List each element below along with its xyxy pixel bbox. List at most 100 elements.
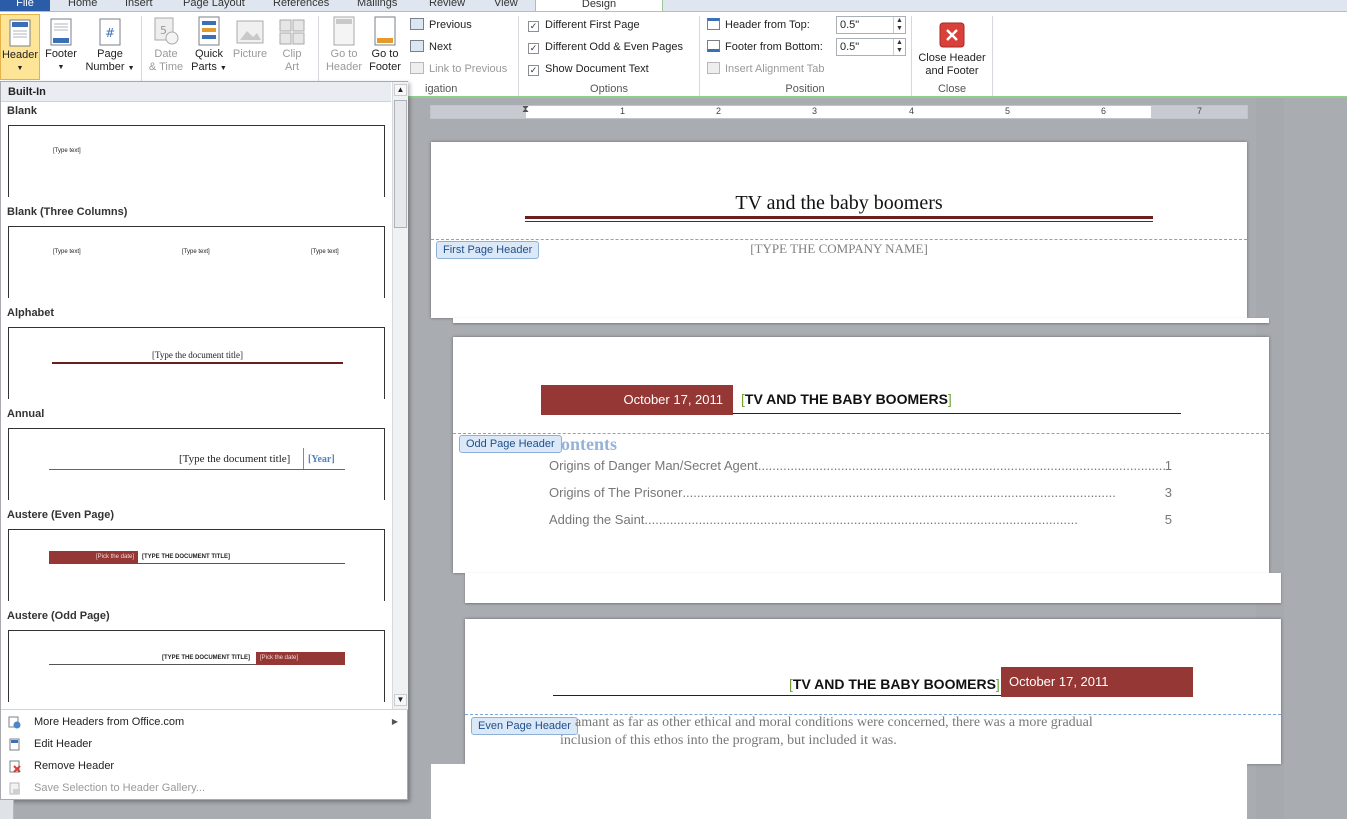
toc-entry-text: Origins of The Prisoner — [549, 485, 683, 500]
footer-bottom-icon — [707, 40, 720, 52]
checkmark-icon: ✓ — [528, 21, 539, 32]
picture-button[interactable]: Picture — [230, 14, 270, 61]
gallery-item-title: Blank — [7, 105, 37, 117]
toc-entry[interactable]: Origins of Danger Man/Secret Agent......… — [549, 458, 1172, 485]
close-header-label-2: and Footer — [925, 65, 979, 77]
company-name-placeholder[interactable]: [TYPE THE COMPANY NAME] — [431, 241, 1247, 257]
tab-review[interactable]: Review — [429, 0, 465, 11]
link-to-previous-button[interactable]: Link to Previous — [410, 60, 507, 78]
remove-header-icon — [9, 760, 21, 773]
clip-art-button[interactable]: Clip Art — [272, 14, 312, 74]
footer-icon — [50, 18, 72, 46]
odd-header-date[interactable]: October 17, 2011 — [541, 385, 733, 415]
odd-header-title-wrap[interactable]: [TV AND THE BABY BOOMERS] — [741, 391, 952, 407]
toc-list: Origins of Danger Man/Secret Agent......… — [549, 458, 1172, 539]
body-text-line[interactable]: amant as far as other ethical and moral … — [575, 715, 1093, 731]
even-header-date[interactable]: October 17, 2011 — [1001, 667, 1193, 697]
tab-page-layout[interactable]: Page Layout — [183, 0, 245, 11]
page-even: [TV AND THE BABY BOOMERS] October 17, 20… — [465, 619, 1281, 764]
clip-art-label-1: Clip — [282, 48, 302, 60]
tab-home[interactable]: Home — [68, 0, 97, 11]
toc-entry[interactable]: Origins of The Prisoner.................… — [549, 485, 1172, 512]
close-header-label-1: Close Header — [918, 52, 986, 64]
close-header-footer-button[interactable]: Close Header and Footer — [914, 20, 990, 78]
tab-mailings[interactable]: Mailings — [357, 0, 397, 11]
odd-header-title: TV AND THE BABY BOOMERS — [744, 391, 948, 407]
show-document-text-label: Show Document Text — [545, 63, 649, 75]
toc-entry-text: Origins of Danger Man/Secret Agent — [549, 458, 758, 473]
date-time-button[interactable]: 5 Date & Time — [144, 14, 188, 74]
different-first-page-checkbox[interactable]: ✓ Different First Page — [528, 16, 640, 34]
footer-button[interactable]: Footer ▼ — [42, 14, 80, 74]
alignment-tab-icon — [707, 62, 720, 74]
ruler-mark: 2 — [716, 106, 722, 116]
toc-entry[interactable]: Adding the Saint........................… — [549, 512, 1172, 539]
tab-design[interactable]: Design — [535, 0, 663, 11]
header-from-top-spinner[interactable]: 0.5" ▲ ▼ — [836, 16, 906, 34]
gallery-item-austere-even[interactable]: [Pick the date] [TYPE THE DOCUMENT TITLE… — [8, 529, 385, 601]
gallery-item-austere-odd[interactable]: [TYPE THE DOCUMENT TITLE] [Pick the date… — [8, 630, 385, 702]
chevron-down-icon: ▼ — [57, 64, 65, 71]
go-to-header-label-2: Header — [325, 61, 363, 73]
gallery-scrollbar[interactable]: ▲ ▼ — [392, 82, 408, 709]
toc-entry-text: Adding the Saint — [549, 512, 645, 527]
footer-from-bottom-label-row: Footer from Bottom: — [707, 38, 823, 56]
date-time-label-2: & Time — [148, 61, 184, 73]
spinner-arrows-icon[interactable]: ▲ ▼ — [893, 39, 905, 55]
picture-label: Picture — [232, 48, 268, 60]
page-number-label-1: Page — [97, 48, 123, 60]
remove-header-label: Remove Header — [34, 760, 115, 772]
go-to-header-button[interactable]: Go to Header — [322, 14, 366, 74]
indent-marker-icon[interactable]: ⧗ — [522, 104, 529, 115]
tab-file[interactable]: File — [0, 0, 50, 11]
gallery-item-blank-three-columns[interactable]: [Type text] [Type text] [Type text] — [8, 226, 385, 298]
contents-heading[interactable]: ontents — [561, 434, 617, 455]
body-text-line[interactable]: inclusion of this ethos into the program… — [560, 733, 897, 749]
header-button[interactable]: Header ▼ — [0, 14, 40, 80]
go-to-footer-label-1: Go to — [371, 48, 399, 60]
different-odd-even-checkbox[interactable]: ✓ Different Odd & Even Pages — [528, 38, 683, 56]
scroll-down-icon[interactable]: ▼ — [394, 694, 407, 706]
gallery-item-title: Annual — [7, 408, 45, 420]
remove-header-menu-item[interactable]: Remove Header — [1, 755, 408, 777]
tab-insert[interactable]: Insert — [125, 0, 153, 11]
edit-header-menu-item[interactable]: Edit Header — [1, 733, 408, 755]
even-header-title-wrap[interactable]: [TV AND THE BABY BOOMERS] — [789, 676, 1000, 692]
gallery-item-blank[interactable]: [Type text] — [8, 125, 385, 197]
page-number-button[interactable]: # Page Number ▼ — [82, 14, 138, 75]
position-group-label: Position — [785, 83, 825, 95]
link-icon — [410, 62, 424, 74]
previous-button[interactable]: Previous — [410, 16, 472, 34]
gallery-item-alphabet[interactable]: [Type the document title] — [8, 327, 385, 399]
scroll-thumb[interactable] — [394, 100, 407, 228]
footer-from-bottom-spinner[interactable]: 0.5" ▲ ▼ — [836, 38, 906, 56]
ruler-mark: 7 — [1197, 106, 1203, 116]
tab-references[interactable]: References — [273, 0, 329, 11]
more-headers-menu-item[interactable]: More Headers from Office.com ▶ — [1, 711, 408, 733]
different-odd-even-label: Different Odd & Even Pages — [545, 41, 683, 53]
toc-leader: ........................................… — [644, 512, 1078, 527]
insert-alignment-tab-button[interactable]: Insert Alignment Tab — [707, 60, 824, 78]
header-from-top-value: 0.5" — [840, 19, 860, 31]
header-from-top-label: Header from Top: — [725, 19, 810, 31]
previous-icon — [410, 18, 424, 30]
thumb-text: [Pick the date] — [49, 551, 138, 564]
date-time-label-1: Date — [154, 48, 178, 60]
thumb-text: [Type the document title] — [179, 453, 291, 465]
next-button[interactable]: Next — [410, 38, 452, 56]
tab-view[interactable]: View — [494, 0, 518, 11]
go-to-header-label-1: Go to — [330, 48, 358, 60]
quick-parts-button[interactable]: Quick Parts ▼ — [188, 14, 230, 75]
even-header-title: TV AND THE BABY BOOMERS — [792, 676, 996, 692]
gallery-item-annual[interactable]: [Type the document title] [Year] — [8, 428, 385, 500]
scroll-up-icon[interactable]: ▲ — [394, 84, 407, 96]
horizontal-ruler[interactable]: 1 2 3 4 5 6 7 ⧗ — [430, 104, 1248, 119]
spinner-arrows-icon[interactable]: ▲ ▼ — [893, 17, 905, 33]
insert-alignment-tab-label: Insert Alignment Tab — [725, 63, 825, 75]
document-title[interactable]: TV and the baby boomers — [431, 192, 1247, 215]
show-document-text-checkbox[interactable]: ✓ Show Document Text — [528, 60, 649, 78]
page-number-icon: # — [99, 18, 121, 46]
go-to-footer-button[interactable]: Go to Footer — [364, 14, 406, 74]
thumb-rule — [49, 664, 256, 665]
save-selection-menu-item[interactable]: Save Selection to Header Gallery... — [1, 777, 408, 799]
